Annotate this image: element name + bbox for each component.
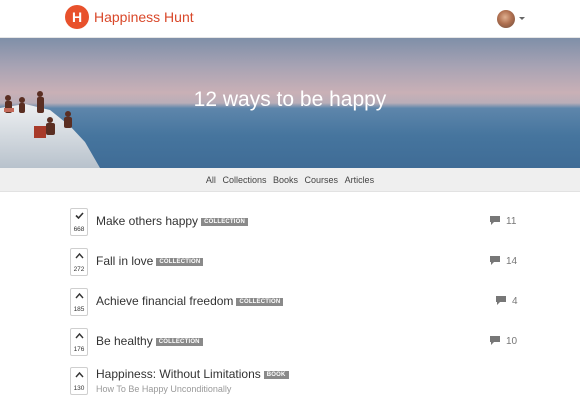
upvote-button[interactable]: 176: [70, 328, 88, 356]
chevron-up-icon: [75, 252, 84, 259]
chevron-up-icon: [75, 332, 84, 339]
list-item: 130 Happiness: Without Limitations BOOK H…: [70, 367, 520, 395]
vote-count: 185: [73, 306, 85, 313]
type-badge: COLLECTION: [155, 338, 203, 346]
item-subtitle: How To Be Happy Unconditionally: [96, 384, 232, 394]
comment-icon: [496, 296, 506, 305]
filter-tabs: All Collections Books Courses Articles: [0, 168, 580, 192]
list-item: 176 Be healthy COLLECTION 10: [70, 328, 520, 356]
upvote-button[interactable]: 668: [70, 208, 88, 236]
hero-banner: 12 ways to be happy: [0, 38, 580, 168]
list-item: 668 Make others happy COLLECTION 11: [70, 208, 520, 236]
item-title-text[interactable]: Fall in love: [96, 254, 153, 268]
comment-count[interactable]: 4: [496, 296, 518, 307]
item-title-text[interactable]: Achieve financial freedom: [96, 294, 233, 308]
chevron-up-icon: [75, 292, 84, 299]
vote-count: 668: [73, 226, 85, 233]
user-avatar[interactable]: [497, 10, 515, 28]
comment-icon: [490, 256, 500, 265]
filter-tab-all[interactable]: All: [206, 168, 216, 192]
comment-count-value: 11: [506, 216, 517, 227]
comment-count-value: 10: [506, 336, 518, 347]
list-item: 185 Achieve financial freedom COLLECTION …: [70, 288, 520, 316]
comment-count-value: 4: [512, 296, 518, 307]
item-title[interactable]: Happiness: Without Limitations BOOK: [96, 367, 289, 381]
comment-count[interactable]: 10: [490, 336, 517, 347]
type-badge: BOOK: [263, 371, 289, 379]
type-badge: COLLECTION: [201, 218, 249, 226]
item-title[interactable]: Achieve financial freedom COLLECTION: [96, 294, 284, 308]
vote-count: 130: [73, 385, 85, 392]
comment-count[interactable]: 14: [490, 256, 517, 267]
upvote-button[interactable]: 272: [70, 248, 88, 276]
upvote-button[interactable]: 130: [70, 367, 88, 395]
filter-tab-articles[interactable]: Articles: [345, 168, 375, 192]
comment-icon: [490, 216, 500, 225]
list-item: 272 Fall in love COLLECTION 14: [70, 248, 520, 276]
checkmark-icon: [75, 212, 84, 219]
filter-tab-courses[interactable]: Courses: [305, 168, 339, 192]
vote-count: 176: [73, 346, 85, 353]
item-title[interactable]: Fall in love COLLECTION: [96, 254, 204, 268]
logo-icon[interactable]: H: [65, 5, 89, 29]
page-title: 12 ways to be happy: [193, 88, 387, 111]
item-title-text[interactable]: Happiness: Without Limitations: [96, 367, 261, 381]
type-badge: COLLECTION: [156, 258, 204, 266]
chevron-down-icon[interactable]: [519, 17, 525, 20]
comment-count-value: 14: [506, 256, 518, 267]
item-title-text[interactable]: Be healthy: [96, 334, 153, 348]
filter-tab-collections[interactable]: Collections: [222, 168, 266, 192]
vote-count: 272: [73, 266, 85, 273]
brand-name[interactable]: Happiness Hunt: [94, 9, 194, 25]
upvote-button[interactable]: 185: [70, 288, 88, 316]
item-title[interactable]: Make others happy COLLECTION: [96, 214, 249, 228]
top-navbar: H Happiness Hunt: [0, 0, 580, 38]
type-badge: COLLECTION: [236, 298, 284, 306]
comment-count[interactable]: 11: [490, 216, 516, 227]
item-title[interactable]: Be healthy COLLECTION: [96, 334, 203, 348]
comment-icon: [490, 336, 500, 345]
item-title-text[interactable]: Make others happy: [96, 214, 198, 228]
chevron-up-icon: [75, 371, 84, 378]
filter-tab-books[interactable]: Books: [273, 168, 298, 192]
